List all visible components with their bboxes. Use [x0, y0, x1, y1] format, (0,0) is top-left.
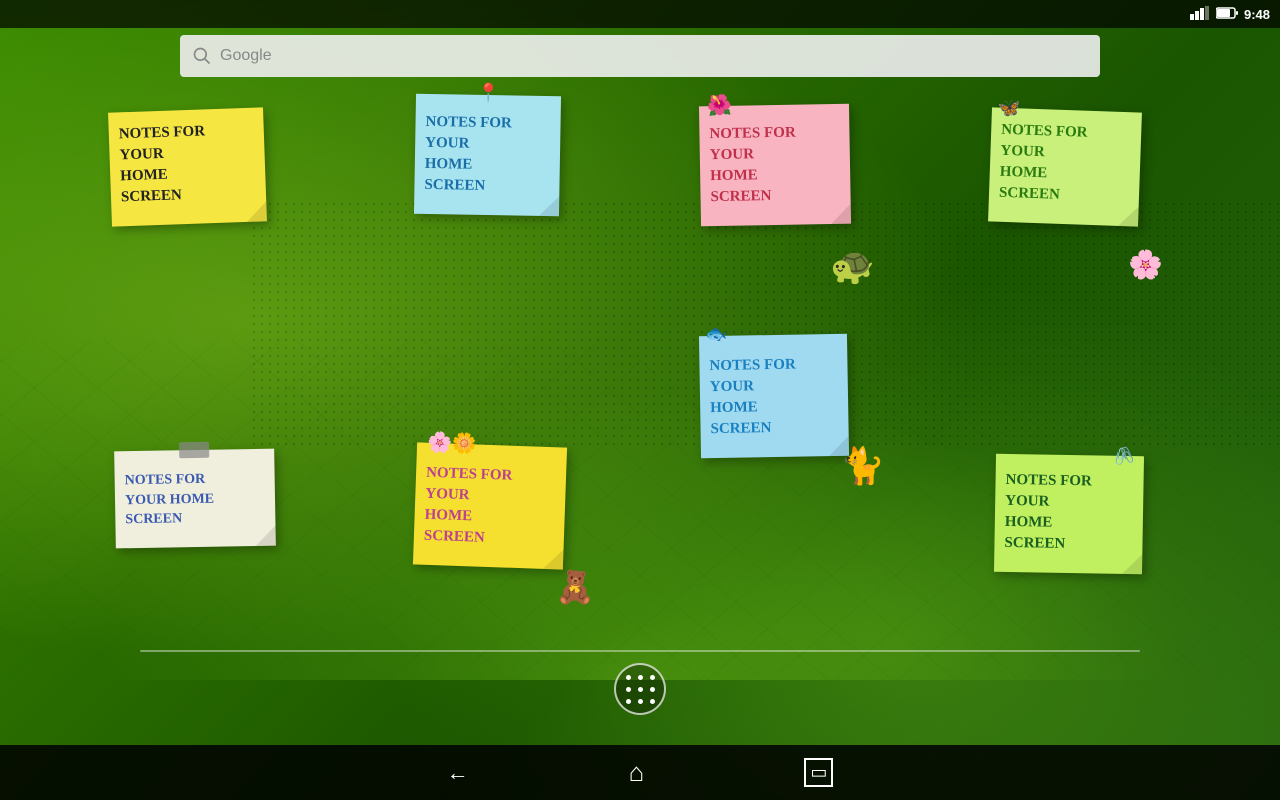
sticky-note-6[interactable]: 🌸🌼 NOTES FOR YOUR HOME SCREEN: [413, 442, 567, 569]
sticky-note-4[interactable]: 🦋 NOTES FOR YOUR HOME SCREEN: [988, 107, 1142, 226]
battery-indicator: [1216, 7, 1238, 22]
search-placeholder: Google: [220, 47, 272, 65]
sticky-note-2[interactable]: 📍 NOTES FOR YOUR HOME SCREEN: [414, 94, 561, 217]
pin-5: [179, 442, 209, 459]
status-bar: 9:48: [0, 0, 1280, 28]
cat-deco: 🐈: [840, 445, 885, 487]
deco-4: 🦋: [998, 96, 1021, 122]
signal-indicator: [1190, 6, 1210, 23]
deco-6: 🌸🌼: [427, 429, 478, 459]
search-bar[interactable]: Google: [180, 35, 1100, 77]
recents-button[interactable]: ▭: [804, 758, 833, 787]
app-drawer-dots: [623, 672, 657, 706]
app-drawer-button[interactable]: [614, 663, 666, 715]
note-6-text: NOTES FOR YOUR HOME SCREEN: [424, 463, 557, 551]
note-5-text: NOTES FOR YOUR HOME SCREEN: [125, 469, 266, 530]
sticky-note-8[interactable]: 🖇️ NOTES FOR YOUR HOME SCREEN: [994, 454, 1144, 575]
clock: 9:48: [1244, 7, 1270, 22]
note-7-text: NOTES FOR YOUR HOME SCREEN: [709, 354, 838, 440]
sticky-note-7[interactable]: 🐟 NOTES FOR YOUR HOME SCREEN: [699, 334, 849, 459]
search-icon: [192, 46, 212, 66]
bear-deco: 🧸: [555, 568, 595, 606]
note-1-text: NOTES FOR YOUR HOME SCREEN: [118, 120, 256, 209]
deco-8: 🖇️: [1112, 445, 1135, 470]
sticky-note-1[interactable]: NOTES FOR YOUR HOME SCREEN: [108, 107, 267, 226]
sticky-note-5[interactable]: NOTES FOR YOUR HOME SCREEN: [114, 449, 276, 549]
deco-3: 🌺: [707, 92, 732, 120]
note-3-text: NOTES FOR YOUR HOME SCREEN: [709, 122, 840, 208]
note-2-text: NOTES FOR YOUR HOME SCREEN: [424, 112, 550, 198]
nav-bar: ← ⌂ ▭: [0, 745, 1280, 800]
deco-7: 🐟: [705, 322, 728, 348]
sticky-note-3[interactable]: 🌺 NOTES FOR YOUR HOME SCREEN: [699, 104, 851, 227]
page-indicator: [140, 650, 1140, 652]
home-button[interactable]: ⌂: [629, 757, 645, 788]
flower-deco: 🌸: [1128, 248, 1163, 281]
note-8-text: NOTES FOR YOUR HOME SCREEN: [1004, 470, 1133, 556]
turtle-deco: 🐢: [830, 245, 875, 287]
back-button[interactable]: ←: [447, 760, 469, 786]
note-4-text: NOTES FOR YOUR HOME SCREEN: [999, 120, 1132, 208]
pin-2: 📍: [477, 81, 500, 107]
